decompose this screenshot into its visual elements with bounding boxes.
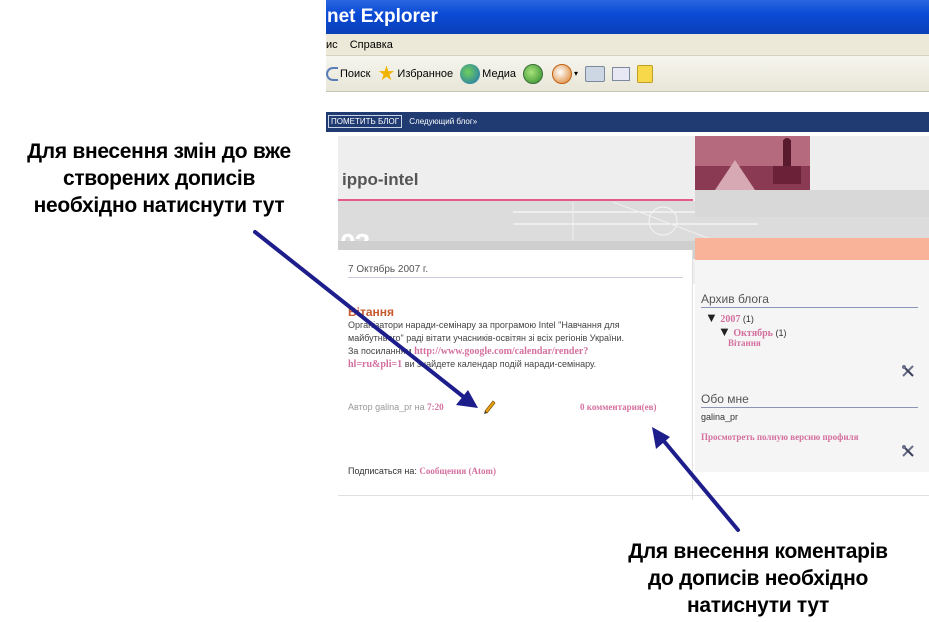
media-icon xyxy=(460,63,481,84)
mail-icon xyxy=(552,63,573,84)
subscribe-atom-link[interactable]: Сообщения (Atom) xyxy=(419,466,496,476)
chevron-down-icon: ▾ xyxy=(574,69,579,78)
toolbar: Поиск ★ Избранное Медиа ▾ xyxy=(326,56,929,92)
post-title[interactable]: Вітання xyxy=(348,305,394,319)
pencil-icon xyxy=(484,400,496,414)
post-body-line2: майбутнього" раді вітати учасників-освіт… xyxy=(348,333,625,343)
media-button[interactable]: Медиа xyxy=(460,63,517,84)
star-icon: ★ xyxy=(377,62,396,85)
wrench-screwdriver-icon xyxy=(902,365,914,377)
search-button-label: Поиск xyxy=(340,67,371,80)
edit-post-button[interactable] xyxy=(482,398,498,414)
about-username: galina_pr xyxy=(701,412,739,422)
post-body-line1: Організатори наради-семінару за програмо… xyxy=(348,320,620,330)
print-button[interactable] xyxy=(585,65,606,82)
post-time-link[interactable]: 7:20 xyxy=(427,402,444,412)
post-body-line4: hl=ru&pli=1 ви знайдете календар подій н… xyxy=(348,359,597,370)
edit-icon xyxy=(612,66,631,81)
menu-item-tools[interactable]: ис xyxy=(326,39,338,51)
mail-button[interactable]: ▾ xyxy=(552,63,579,84)
menu-bar: ис Справка xyxy=(326,34,929,56)
post-author: Автор galina_pr xyxy=(348,402,413,412)
next-blog-link[interactable]: Следующий блог» xyxy=(409,117,477,126)
archive-month-row: ▼ Октябрь (1) xyxy=(718,324,787,339)
edit-archive-widget[interactable] xyxy=(901,364,915,383)
sidebar-accent-band xyxy=(695,238,929,260)
browser-window: net Explorer ис Справка Поиск ★ Избранно… xyxy=(326,0,929,112)
edit-profile-widget[interactable] xyxy=(901,444,915,463)
menu-item-help[interactable]: Справка xyxy=(350,39,393,51)
wrench-screwdriver-icon xyxy=(902,445,914,457)
subscribe-row: Подписаться на: Сообщения (Atom) xyxy=(348,466,496,476)
triangle-down-icon[interactable]: ▼ xyxy=(705,310,718,325)
blogger-navbar: ПОМЕТИТЬ БЛОГ Следующий блог» xyxy=(326,112,929,132)
post-footer: Автор galina_pr на 7:20 xyxy=(348,402,444,412)
header-photo xyxy=(695,136,810,190)
post-body-line3: За посиланням http://www.google.com/cale… xyxy=(348,346,589,357)
archive-post-link[interactable]: Вітання xyxy=(728,338,761,348)
archive-year-row: ▼ 2007 (1) xyxy=(705,310,754,325)
messenger-button[interactable] xyxy=(637,64,654,83)
favorites-button[interactable]: ★ Избранное xyxy=(377,64,453,84)
blog-title[interactable]: ippo-intel xyxy=(342,170,418,190)
favorites-button-label: Избранное xyxy=(397,67,454,80)
search-icon xyxy=(326,66,338,81)
comments-link[interactable]: 0 комментария(ев) xyxy=(580,402,657,412)
main-column xyxy=(338,250,693,500)
history-button[interactable] xyxy=(523,63,545,84)
monument-icon xyxy=(695,136,810,190)
search-button[interactable]: Поиск xyxy=(326,66,371,81)
blog-page: ПОМЕТИТЬ БЛОГ Следующий блог» ippo-intel… xyxy=(326,112,929,500)
history-icon xyxy=(523,63,544,84)
about-title: Обо мне xyxy=(701,392,749,406)
note-icon xyxy=(637,64,654,83)
flag-blog-button[interactable]: ПОМЕТИТЬ БЛОГ xyxy=(328,115,403,128)
printer-icon xyxy=(585,65,606,82)
window-title: net Explorer xyxy=(326,0,929,34)
annotation-edit-posts: Для внесення змін до вже створених допис… xyxy=(27,140,291,217)
edit-button[interactable] xyxy=(612,66,631,81)
post-date: 7 Октябрь 2007 г. xyxy=(348,264,429,275)
annotation-comments: Для внесення коментарів до дописів необх… xyxy=(628,540,888,617)
profile-link[interactable]: Просмотреть полную версию профиля xyxy=(701,432,858,442)
calendar-link-continued[interactable]: hl=ru&pli=1 xyxy=(348,359,402,370)
calendar-link[interactable]: http://www.google.com/calendar/render? xyxy=(414,346,588,357)
archive-title: Архив блога xyxy=(701,292,769,306)
media-button-label: Медиа xyxy=(482,67,517,80)
triangle-down-icon[interactable]: ▼ xyxy=(718,324,731,339)
